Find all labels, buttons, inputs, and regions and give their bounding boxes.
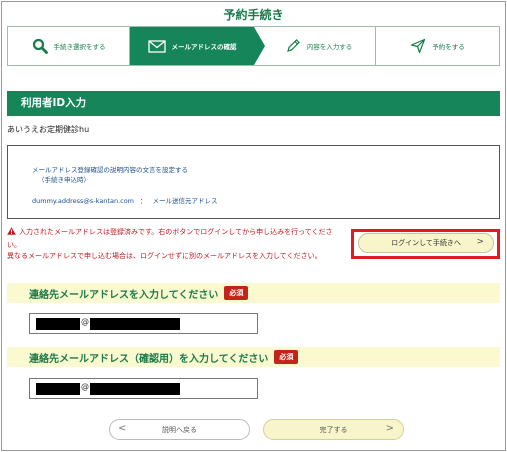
complete-button[interactable]: 完了する >	[263, 419, 404, 440]
info-text: メールアドレス登録確認の説明内容の文言を設定する	[32, 166, 188, 174]
paper-plane-icon	[410, 38, 426, 54]
redacted-email-domain	[90, 383, 180, 395]
complete-button-label: 完了する	[319, 425, 348, 434]
envelope-icon	[147, 39, 166, 53]
email-confirm-input[interactable]: @	[29, 378, 258, 399]
course-name: あいうえお定期健診hu	[7, 125, 90, 134]
step-label: 内容を入力する	[306, 43, 353, 51]
step-label: 手続き選択をする	[53, 43, 106, 51]
sender-email: dummy.address@s-kantan.com	[32, 197, 135, 205]
email-input[interactable]: @	[29, 313, 258, 334]
warning-line-1: 入力されたメールアドレスは登録済みです。右のボタンでログインしてから申し込みを行…	[7, 228, 333, 249]
at-symbol: @	[81, 382, 89, 391]
step-label: 予約をする	[432, 43, 465, 51]
login-button-label: ログインして手続きへ	[391, 239, 461, 247]
chevron-right-icon: >	[476, 237, 484, 247]
back-button[interactable]: < 説明へ戻る	[109, 419, 250, 440]
info-subtext: （手続き申込時）	[38, 176, 90, 184]
back-button-label: 説明へ戻る	[162, 425, 197, 434]
email-label-text: 連絡先メールアドレスを入力してください	[29, 289, 219, 301]
separator: ：	[140, 197, 147, 205]
step-label: メールアドレスの確認	[171, 43, 237, 51]
section-title: 利用者ID入力	[7, 91, 500, 116]
step-email-confirm: メールアドレスの確認	[130, 27, 265, 65]
email-field-label: 連絡先メールアドレスを入力してください 必須	[7, 283, 500, 303]
redacted-email-local	[36, 318, 80, 330]
required-badge: 必須	[224, 286, 249, 300]
sender-address-line: dummy.address@s-kantan.com ： メール送信元アドレス	[32, 195, 218, 205]
redacted-email-domain	[90, 318, 180, 330]
warning-message: 入力されたメールアドレスは登録済みです。右のボタンでログインしてから申し込みを行…	[7, 227, 343, 263]
warning-icon	[7, 227, 16, 240]
step-reserve: 予約をする	[376, 27, 499, 65]
page-title: 予約手続き	[223, 8, 284, 22]
search-icon	[32, 38, 48, 54]
chevron-right-icon: >	[385, 423, 394, 434]
redacted-email-local	[36, 383, 80, 395]
step-enter-details: 内容を入力する	[254, 27, 376, 65]
sender-label: メール送信元アドレス	[152, 197, 218, 205]
chevron-left-icon: <	[118, 423, 127, 434]
info-box: メールアドレス登録確認の説明内容の文言を設定する （手続き申込時） dummy.…	[7, 145, 500, 219]
login-button[interactable]: ログインして手続きへ >	[358, 233, 494, 253]
email-confirm-field-label: 連絡先メールアドレス（確認用）を入力してください 必須	[7, 347, 500, 367]
email-confirm-label-text: 連絡先メールアドレス（確認用）を入力してください	[29, 353, 269, 365]
required-badge: 必須	[274, 350, 299, 364]
warning-line-2: 異なるメールアドレスで申し込む場合は、ログインせずに別のメールアドレスを入力して…	[7, 252, 322, 260]
progress-steps: 手続き選択をする メールアドレスの確認 内容を入力する 予約をする	[7, 26, 500, 66]
step-select-procedure: 手続き選択をする	[8, 27, 130, 65]
pencil-icon	[285, 38, 301, 54]
at-symbol: @	[81, 317, 89, 326]
